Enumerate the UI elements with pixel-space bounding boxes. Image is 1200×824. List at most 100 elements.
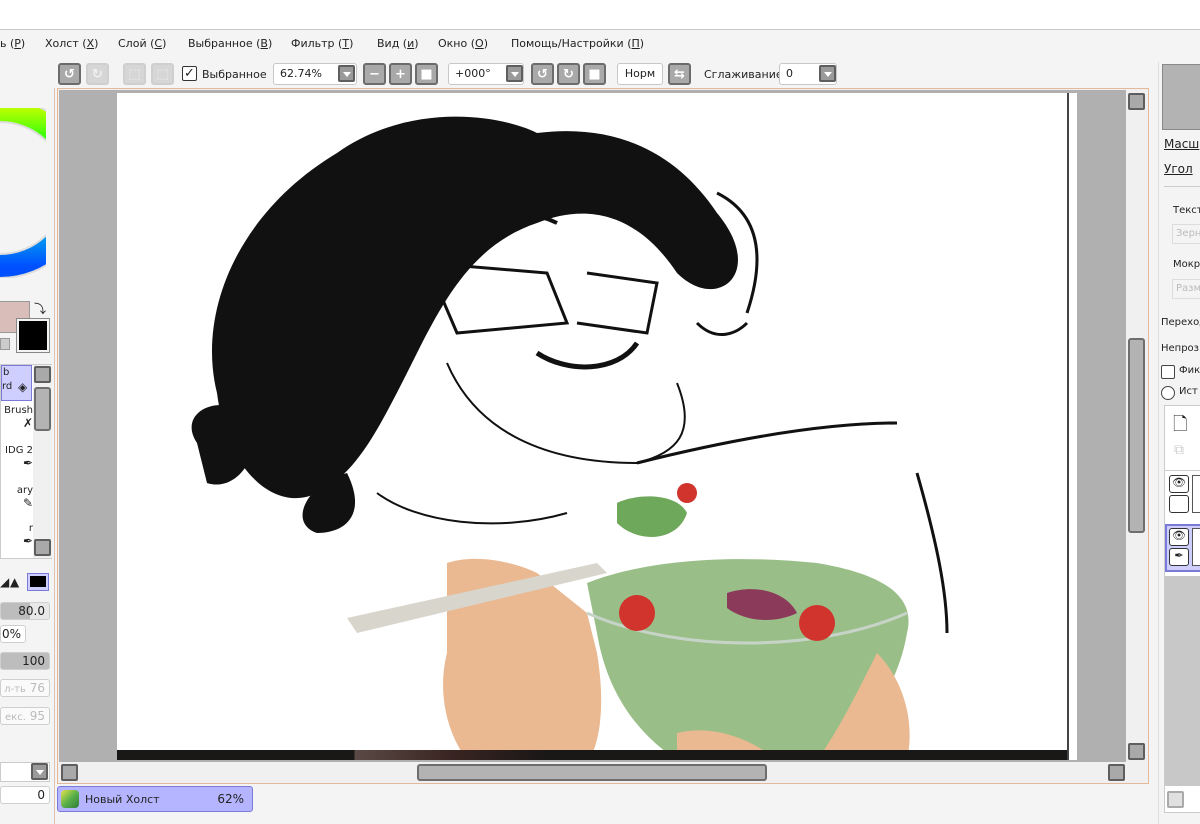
fix-label: Фик	[1179, 365, 1200, 376]
brush-item[interactable]: ary ✎	[1, 485, 33, 521]
scroll-down-button[interactable]	[1128, 743, 1145, 760]
zoom-reset-button[interactable]: ■	[415, 63, 438, 85]
visibility-eye-icon[interactable]: 👁	[1169, 475, 1189, 493]
color-wheel[interactable]	[0, 108, 46, 278]
swap-colors-icon[interactable]: ⤵	[34, 300, 46, 317]
horizontal-scroll-thumb[interactable]	[417, 764, 767, 781]
layer-row[interactable]: 👁	[1165, 470, 1200, 518]
layer-thumbnail	[1192, 528, 1200, 566]
vertical-scroll-thumb[interactable]	[1128, 338, 1145, 533]
document-name: Новый Холст	[85, 793, 160, 806]
rotation-dropdown-button[interactable]	[506, 65, 523, 82]
brush-item[interactable]: IDG 2 ✒	[1, 445, 33, 481]
smoothing-label: Сглаживание	[704, 68, 783, 81]
new-layer-folder-icon[interactable]: ⧉	[1174, 442, 1184, 458]
brush-item[interactable]: r ✒	[1, 523, 33, 559]
wet-field[interactable]: Разм	[1172, 279, 1200, 299]
new-layer-icon[interactable]: 🗋	[1173, 412, 1187, 442]
transparent-color-icon[interactable]	[0, 338, 10, 350]
blending-dropdown-button[interactable]	[31, 763, 48, 780]
tool-panel: ⤵ b rd ◈ Brush ✗ IDG 2 ✒ ary ✎ r ✒ ◢ ▲ 8…	[0, 88, 55, 824]
brush-list: b rd ◈ Brush ✗ IDG 2 ✒ ary ✎ r ✒	[0, 364, 52, 559]
menu-filter[interactable]: Фильтр (Т)	[291, 37, 353, 50]
menu-help-settings[interactable]: Помощь/Настройки (П)	[511, 37, 644, 50]
brush-item[interactable]: Brush ✗	[1, 405, 33, 441]
vertical-scrollbar[interactable]	[1126, 90, 1148, 762]
toolbar: ↺ ↻ ⬚ ⬚ ✓ Выбранное 62.74% − + ■ +000° ↺…	[55, 62, 855, 86]
texture-label: Текст	[1173, 205, 1200, 216]
layer-row-selected[interactable]: 👁 ✒	[1165, 524, 1200, 572]
invert-selection-button[interactable]: ⬚	[151, 63, 174, 85]
deselect-icon: ⬚	[128, 66, 141, 82]
smoothing-dropdown-button[interactable]	[819, 65, 836, 82]
density-slider[interactable]: 100	[0, 652, 50, 670]
menu-layer[interactable]: Слой (С)	[118, 37, 166, 50]
menu-canvas[interactable]: Холст (Х)	[45, 37, 98, 50]
fix-checkbox[interactable]	[1161, 365, 1175, 379]
brush-shape-option[interactable]: ▲	[10, 575, 19, 589]
rotate-left-button[interactable]: ↺	[531, 63, 554, 85]
brush-item-selected[interactable]: b rd ◈	[1, 365, 32, 401]
menu-file[interactable]: ь (Р)	[0, 37, 25, 50]
bottom-value-field[interactable]: 0	[0, 786, 50, 804]
blend-mode-button[interactable]: Норм	[617, 63, 663, 85]
angle-label[interactable]: Угол	[1164, 162, 1193, 176]
brush-size-multiplier[interactable]: 0%	[0, 625, 26, 643]
document-zoom: 62%	[217, 792, 244, 806]
zoom-in-button[interactable]: +	[389, 63, 412, 85]
param2-slider[interactable]: екс. 95	[0, 707, 50, 725]
scroll-up-button[interactable]	[1128, 93, 1145, 110]
brush-list-scrollbar[interactable]	[33, 365, 52, 558]
menu-view[interactable]: Вид (и)	[377, 37, 419, 50]
hair-drawing	[191, 116, 738, 533]
zoom-dropdown-button[interactable]	[338, 65, 355, 82]
menu-window[interactable]: Окно (О)	[438, 37, 488, 50]
wet-label: Мокр	[1173, 259, 1200, 270]
brush-size-slider[interactable]: 80.0	[0, 602, 50, 620]
paint-brush-icon[interactable]: ✒	[1169, 548, 1189, 566]
brush-shape-option-selected[interactable]	[27, 573, 49, 591]
flip-horizontal-button[interactable]: ⇆	[668, 63, 691, 85]
scroll-up-button[interactable]	[34, 366, 51, 383]
undo-button[interactable]: ↺	[58, 63, 81, 85]
selection-checkbox[interactable]: ✓	[182, 66, 197, 81]
layer-scroll-left-button[interactable]	[1167, 791, 1184, 808]
scroll-right-button[interactable]	[1108, 764, 1125, 781]
scroll-thumb[interactable]	[34, 387, 51, 431]
selection-label: Выбранное	[202, 68, 267, 81]
rotate-left-icon: ↺	[537, 66, 548, 82]
redo-button[interactable]: ↻	[86, 63, 109, 85]
canvas-bottom-strip	[117, 750, 1067, 760]
canvas-right-edge	[1067, 93, 1077, 760]
source-radio[interactable]	[1161, 386, 1175, 400]
menu-bar: ь (Р) Холст (Х) Слой (С) Выбранное (В) Ф…	[0, 31, 1200, 59]
deselect-button[interactable]: ⬚	[123, 63, 146, 85]
brush-shape-option[interactable]: ◢	[0, 575, 9, 589]
scroll-down-button[interactable]	[34, 539, 51, 556]
texture-field[interactable]: Зерн	[1172, 224, 1200, 244]
navigator-preview[interactable]	[1162, 64, 1200, 130]
rotate-right-button[interactable]: ↻	[557, 63, 580, 85]
source-label: Ист	[1179, 386, 1198, 397]
scale-label[interactable]: Масш	[1164, 137, 1199, 151]
rotate-right-icon: ↻	[563, 66, 574, 82]
water-brush-icon: ✒	[22, 534, 33, 548]
blending-dropdown[interactable]	[0, 762, 50, 782]
canvas-view	[57, 88, 1149, 784]
zoom-out-button[interactable]: −	[363, 63, 386, 85]
scroll-left-button[interactable]	[61, 764, 78, 781]
layer-panel: 🗋 ⧉ 👁 👁 ✒	[1164, 405, 1200, 813]
pen-icon: ✒	[22, 456, 33, 470]
menu-selection[interactable]: Выбранное (В)	[188, 37, 272, 50]
minus-icon: −	[369, 66, 380, 82]
param1-slider[interactable]: л-ть 76	[0, 679, 50, 697]
checkmark-icon: ✓	[184, 66, 195, 81]
rotation-reset-button[interactable]: ■	[583, 63, 606, 85]
visibility-eye-icon[interactable]: 👁	[1169, 528, 1189, 546]
layer-lock-toggle[interactable]	[1169, 495, 1189, 513]
brush-shape-row: ◢ ▲	[0, 573, 52, 593]
document-tab[interactable]: Новый Холст 62%	[57, 786, 253, 812]
canvas[interactable]	[117, 93, 1067, 760]
horizontal-scrollbar[interactable]	[59, 762, 1147, 782]
secondary-color-swatch[interactable]	[16, 318, 50, 353]
